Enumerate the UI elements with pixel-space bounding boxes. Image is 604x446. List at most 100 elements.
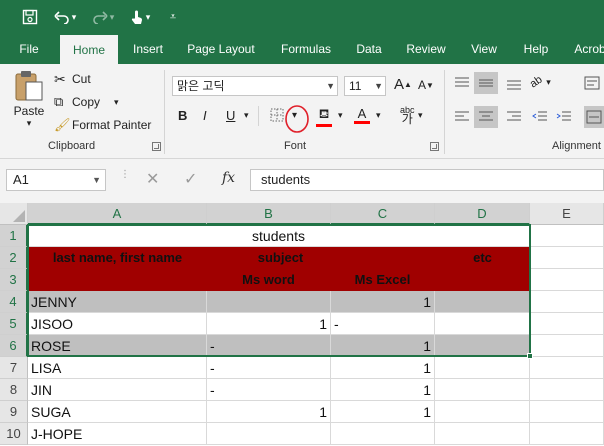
row-header[interactable]: 1 — [0, 225, 28, 247]
bold-button[interactable]: B — [178, 108, 187, 123]
tab-page-layout[interactable]: Page Layout — [180, 34, 262, 64]
name-box[interactable]: A1 ▼ — [6, 169, 106, 191]
merge-center-button[interactable] — [584, 106, 604, 128]
etc-cell[interactable] — [435, 335, 530, 357]
underline-button[interactable]: U — [226, 108, 235, 123]
fill-color-button[interactable]: ⛾ — [316, 106, 332, 127]
tab-file[interactable]: File — [8, 34, 50, 64]
ms-excel-cell[interactable]: - — [331, 313, 435, 335]
tab-view[interactable]: View — [462, 34, 506, 64]
copy-button[interactable]: ⧉ Copy ▾ — [54, 93, 119, 111]
wrap-text-button[interactable] — [584, 76, 600, 90]
column-header-b[interactable]: B — [207, 203, 331, 225]
row-header[interactable]: 6 — [0, 335, 28, 357]
column-header-d[interactable]: D — [435, 203, 530, 225]
etc-cell[interactable] — [435, 379, 530, 401]
italic-button[interactable]: I — [203, 108, 207, 123]
row-header[interactable]: 7 — [0, 357, 28, 379]
header-subject-cell[interactable]: subject — [207, 247, 435, 269]
ms-excel-cell[interactable]: 1 — [331, 401, 435, 423]
student-name-cell[interactable]: JENNY — [28, 291, 207, 313]
student-name-cell[interactable]: LISA — [28, 357, 207, 379]
column-header-e[interactable]: E — [530, 203, 604, 225]
tab-formulas[interactable]: Formulas — [272, 34, 340, 64]
borders-button[interactable] — [270, 108, 284, 122]
etc-cell[interactable] — [435, 313, 530, 335]
touch-mode-icon[interactable]: ▾ — [124, 7, 156, 27]
underline-dropdown-icon[interactable]: ▾ — [244, 110, 249, 121]
cancel-entry-icon[interactable]: ✕ — [146, 169, 159, 189]
etc-cell[interactable] — [435, 423, 530, 445]
grid-cell[interactable] — [530, 379, 604, 401]
align-center-button[interactable] — [474, 106, 498, 128]
column-header-a[interactable]: A — [28, 203, 207, 225]
row-header[interactable]: 9 — [0, 401, 28, 423]
grid-cell[interactable] — [530, 401, 604, 423]
formula-input[interactable]: students — [250, 169, 604, 191]
paste-button[interactable]: Paste ▾ — [10, 70, 48, 130]
tab-review[interactable]: Review — [398, 34, 454, 64]
student-name-cell[interactable]: SUGA — [28, 401, 207, 423]
confirm-entry-icon[interactable]: ✓ — [184, 169, 197, 189]
align-left-button[interactable] — [454, 110, 470, 124]
ms-word-cell[interactable]: - — [207, 357, 331, 379]
header-name-cell[interactable]: last name, first name — [28, 247, 207, 291]
grid-cell[interactable] — [530, 423, 604, 445]
redo-icon[interactable]: ▾ — [88, 7, 118, 27]
font-color-dropdown-icon[interactable]: ▾ — [376, 110, 381, 121]
ms-excel-cell[interactable] — [331, 423, 435, 445]
row-header[interactable]: 8 — [0, 379, 28, 401]
grid-cell[interactable] — [530, 269, 604, 291]
column-header-c[interactable]: C — [331, 203, 435, 225]
save-icon[interactable] — [20, 7, 40, 27]
ms-excel-cell[interactable]: 1 — [331, 335, 435, 357]
customize-qat-icon[interactable]: ⩡ — [166, 7, 180, 27]
tab-data[interactable]: Data — [348, 34, 390, 64]
grid-cell[interactable] — [530, 225, 604, 247]
ms-word-cell[interactable]: - — [207, 379, 331, 401]
font-size-combo[interactable]: 11 ▼ — [344, 76, 386, 96]
row-header[interactable]: 5 — [0, 313, 28, 335]
font-color-button[interactable]: A — [354, 106, 370, 124]
bottom-align-button[interactable] — [506, 76, 522, 90]
student-name-cell[interactable]: ROSE — [28, 335, 207, 357]
header-ms-word-cell[interactable]: Ms word — [207, 269, 331, 291]
phonetic-dropdown-icon[interactable]: ▾ — [418, 110, 423, 121]
title-cell[interactable]: students — [28, 225, 530, 247]
font-name-combo[interactable]: 맑은 고딕 ▼ — [172, 76, 338, 96]
etc-cell[interactable] — [435, 357, 530, 379]
row-header[interactable]: 10 — [0, 423, 28, 445]
font-dialog-launcher-icon[interactable] — [430, 142, 439, 151]
header-ms-excel-cell[interactable]: Ms Excel — [331, 269, 435, 291]
increase-indent-button[interactable] — [556, 110, 572, 124]
row-header[interactable]: 2 — [0, 247, 28, 269]
clipboard-dialog-launcher-icon[interactable] — [152, 142, 161, 151]
ms-word-cell[interactable]: 1 — [207, 313, 331, 335]
tab-acrobat[interactable]: Acrob — [570, 34, 604, 64]
row-header[interactable]: 4 — [0, 291, 28, 313]
decrease-indent-button[interactable] — [532, 110, 548, 124]
tab-help[interactable]: Help — [514, 34, 558, 64]
grid-cell[interactable] — [530, 313, 604, 335]
header-etc-cell[interactable]: etc — [435, 247, 530, 291]
phonetic-guide-button[interactable]: abc 가 — [400, 106, 415, 126]
tab-insert[interactable]: Insert — [124, 34, 172, 64]
undo-icon[interactable]: ▾ — [50, 7, 80, 27]
tab-home[interactable]: Home — [60, 35, 118, 64]
decrease-font-size-button[interactable]: A ▼ — [418, 78, 434, 92]
grid-cell[interactable] — [530, 335, 604, 357]
insert-function-button[interactable]: fx — [222, 170, 235, 186]
cut-button[interactable]: ✂ Cut — [54, 70, 91, 88]
row-header[interactable]: 3 — [0, 269, 28, 291]
formula-bar-grip-icon[interactable]: ⋮ — [120, 170, 130, 187]
ms-word-cell[interactable]: 1 — [207, 401, 331, 423]
ms-word-cell[interactable] — [207, 291, 331, 313]
student-name-cell[interactable]: J-HOPE — [28, 423, 207, 445]
ms-word-cell[interactable]: - — [207, 335, 331, 357]
format-painter-button[interactable]: 🖌 Format Painter — [54, 116, 151, 134]
increase-font-size-button[interactable]: A ▲ — [394, 76, 412, 93]
student-name-cell[interactable]: JIN — [28, 379, 207, 401]
fill-handle[interactable] — [527, 353, 533, 359]
ms-excel-cell[interactable]: 1 — [331, 357, 435, 379]
etc-cell[interactable] — [435, 291, 530, 313]
